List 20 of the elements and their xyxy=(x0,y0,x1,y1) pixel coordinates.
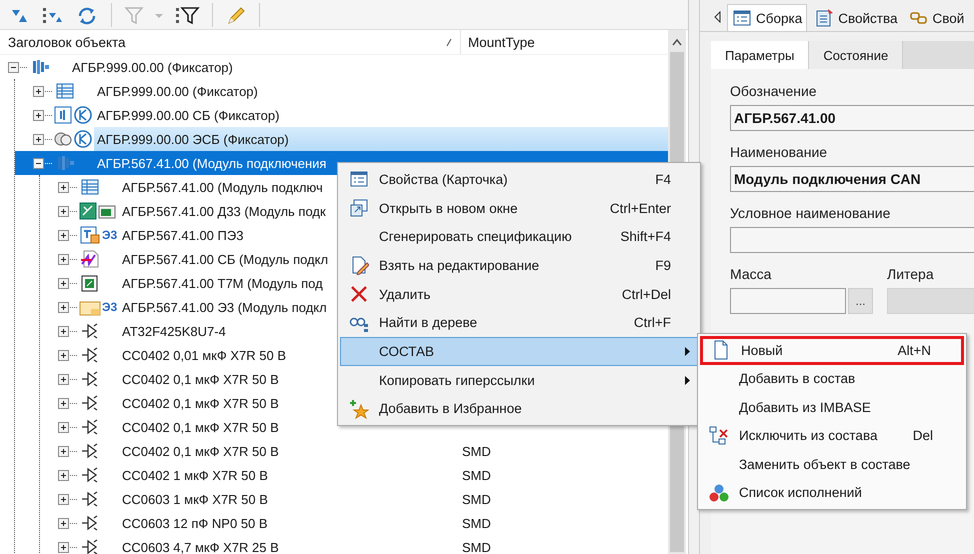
shortcut-text: F9 xyxy=(655,258,671,273)
field-label: Наименование xyxy=(730,143,828,162)
field-label: Литера xyxy=(887,265,935,284)
scheme-code: Э3 xyxy=(102,300,118,314)
table-cell: SMD xyxy=(462,468,491,482)
field-label: Условное наименование xyxy=(730,204,892,223)
shortcut-text: Alt+N xyxy=(898,342,931,358)
table-cell: SMD xyxy=(462,540,491,554)
table-cell: SMD xyxy=(462,492,491,506)
shortcut-text: Ctrl+Del xyxy=(622,286,671,302)
shortcut-text: Ctrl+Enter xyxy=(610,200,671,216)
shortcut-text: Shift+F4 xyxy=(620,229,671,244)
table-cell: SMD xyxy=(462,516,491,530)
shortcut-text: Ctrl+F xyxy=(634,315,671,330)
shortcut-text: F4 xyxy=(655,172,671,187)
field-label: Обозначение xyxy=(730,82,818,101)
scheme-code: Э3 xyxy=(102,228,118,242)
field-label: Масса xyxy=(730,265,772,284)
table-cell: SMD xyxy=(462,444,491,458)
shortcut-text: Del xyxy=(912,428,933,444)
